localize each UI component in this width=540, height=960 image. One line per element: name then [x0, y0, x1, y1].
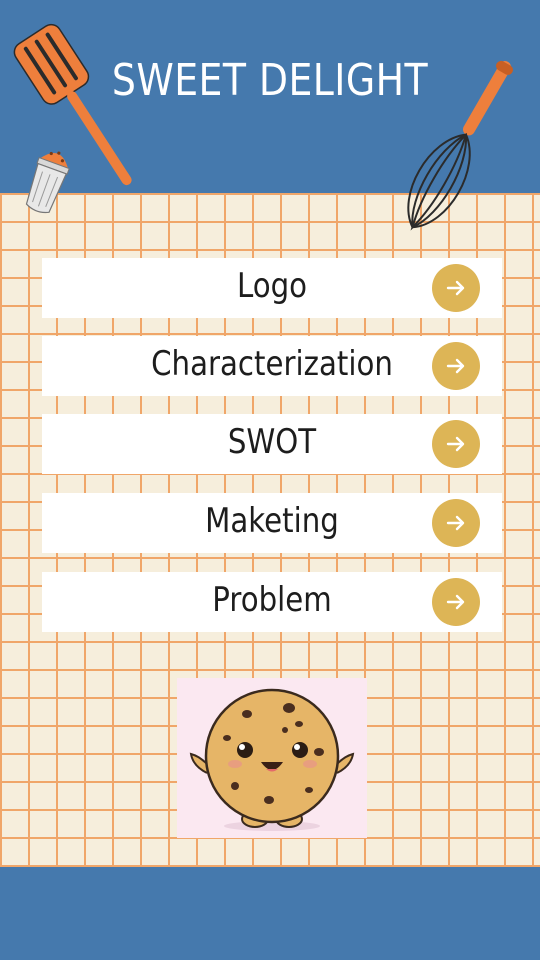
- arrow-right-icon[interactable]: [432, 342, 480, 390]
- arrow-right-icon[interactable]: [432, 264, 480, 312]
- menu-item-label: Characterization: [151, 344, 393, 384]
- menu-item-label: Logo: [236, 266, 308, 306]
- menu-item-problem[interactable]: Problem: [42, 572, 502, 632]
- menu-item-swot[interactable]: SWOT: [42, 414, 502, 474]
- salt-shaker-icon: [25, 151, 70, 214]
- menu-item-label: Problem: [212, 580, 332, 620]
- menu-item-characterization[interactable]: Characterization: [42, 336, 502, 396]
- arrow-right-icon[interactable]: [432, 420, 480, 468]
- whisk-icon: [407, 60, 513, 231]
- arrow-right-icon[interactable]: [432, 499, 480, 547]
- menu-item-label: Maketing: [205, 501, 339, 541]
- menu-item-label: SWOT: [227, 422, 317, 462]
- cookie-character-icon: [189, 688, 355, 831]
- cookie-mascot-image: [177, 678, 367, 838]
- menu-item-marketing[interactable]: Maketing: [42, 493, 502, 553]
- footer-banner: [0, 867, 540, 960]
- arrow-right-icon[interactable]: [432, 578, 480, 626]
- menu-item-logo[interactable]: Logo: [42, 258, 502, 318]
